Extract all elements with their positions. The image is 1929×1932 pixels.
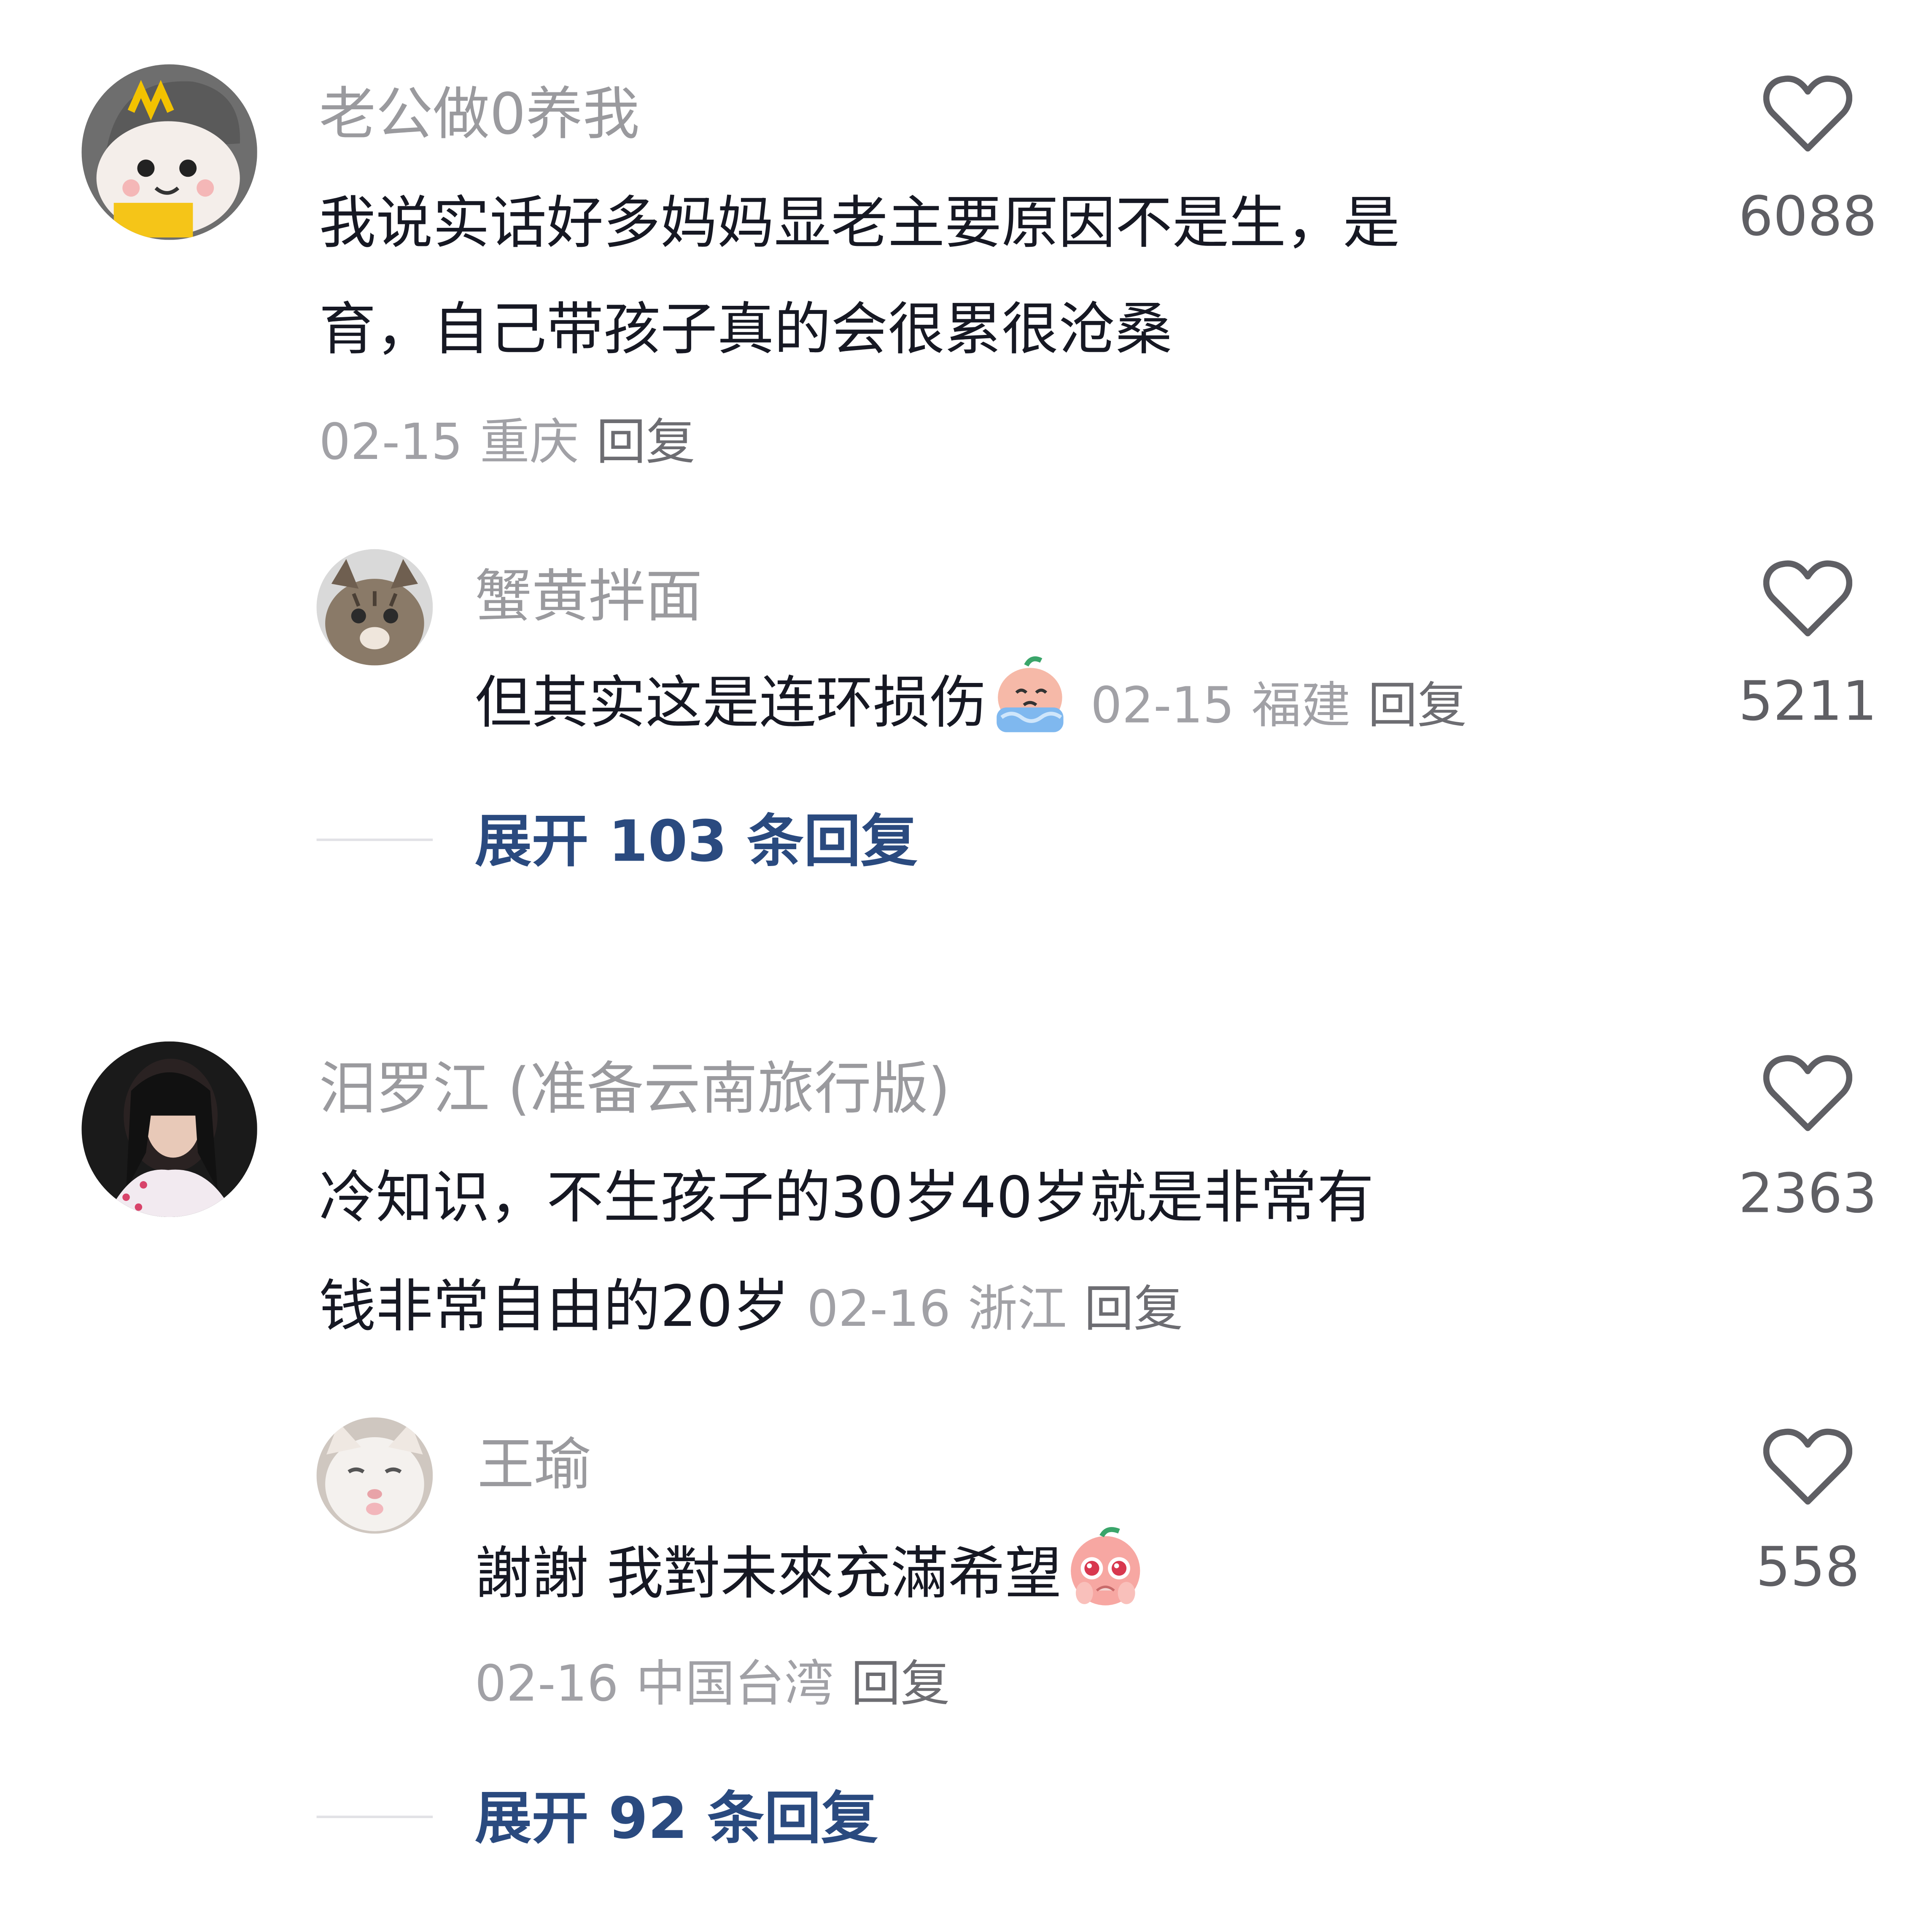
reply-meta: 02-15 福建 回复 — [1091, 678, 1467, 735]
comment-date: 02-15 — [319, 414, 463, 472]
reply-button[interactable]: 回复 — [596, 414, 695, 471]
reply-text: 謝謝 我對未來充滿希望 — [475, 1519, 1148, 1627]
comment-region: 重庆 — [480, 414, 579, 472]
expand-replies-button[interactable]: 展开 103 条回复 — [475, 804, 918, 878]
expand-divider — [316, 838, 433, 841]
reply-text: 但其实这是连环损伤 02-15 福建 回复 — [475, 648, 1467, 761]
avatar-cat-white-icon — [316, 1417, 433, 1534]
heart-outline-icon[interactable] — [1763, 74, 1853, 154]
like-count: 2363 — [1738, 1163, 1877, 1226]
reply-button[interactable]: 回复 — [1368, 678, 1467, 735]
comment-list: 老公做0养我 我说实话好多妈妈显老主要原因不是生，是 育，自己带孩子真的会很累很… — [0, 0, 1929, 1932]
comment-text-line: 我说实话好多妈妈显老主要原因不是生，是 — [319, 189, 1400, 256]
avatar-cartoon-cap-icon — [81, 64, 257, 240]
comment-text-line: 钱非常自由的20岁 — [319, 1273, 790, 1340]
reply-text-content: 但其实这是连环损伤 — [474, 669, 987, 736]
comment-username[interactable]: 老公做0养我 — [319, 77, 639, 151]
comment-text: 育，自己带孩子真的会很累很沧桑 — [319, 275, 1172, 383]
crying-emoji-icon — [997, 656, 1064, 732]
reply-date: 02-16 — [474, 1656, 619, 1713]
reply-username[interactable]: 蟹黄拌面 — [475, 559, 702, 633]
avatar-reply-1[interactable] — [316, 549, 433, 666]
comment-date: 02-16 — [807, 1281, 951, 1338]
comment-text-line: 育，自己带孩子真的会很累很沧桑 — [319, 295, 1172, 363]
reply-region: 中国台湾 — [636, 1656, 834, 1713]
reply-username[interactable]: 王瑜 — [477, 1427, 591, 1502]
expand-divider — [316, 1816, 433, 1819]
avatar-user-2[interactable] — [81, 1041, 257, 1217]
reply-date: 02-15 — [1091, 677, 1234, 735]
expand-replies-button[interactable]: 展开 92 条回复 — [475, 1781, 878, 1855]
comment-text: 我说实话好多妈妈显老主要原因不是生，是 — [319, 168, 1400, 277]
comment-meta: 02-16 浙江 回复 — [807, 1282, 1183, 1338]
comment-meta: 02-15 重庆 回复 — [319, 406, 695, 480]
comment-text: 冷知识，不生孩子的30岁40岁就是非常有 — [319, 1143, 1374, 1252]
like-count: 558 — [1756, 1536, 1860, 1600]
avatar-reply-2[interactable] — [316, 1417, 433, 1534]
comment-region: 浙江 — [968, 1281, 1067, 1338]
avatar-user-1[interactable] — [81, 64, 257, 240]
heart-outline-icon[interactable] — [1763, 559, 1853, 638]
reply-region: 福建 — [1251, 677, 1351, 735]
heart-outline-icon[interactable] — [1763, 1054, 1853, 1133]
comment-username[interactable]: 汨罗江 (准备云南旅行版) — [319, 1051, 950, 1125]
hopeful-emoji-icon — [1070, 1527, 1140, 1606]
reply-button[interactable]: 回复 — [851, 1656, 950, 1713]
like-count: 6088 — [1738, 185, 1877, 249]
reply-meta: 02-16 中国台湾 回复 — [475, 1647, 950, 1722]
heart-outline-icon[interactable] — [1763, 1427, 1853, 1507]
comment-text-line: 冷知识，不生孩子的30岁40岁就是非常有 — [319, 1164, 1374, 1231]
comment-text: 钱非常自由的20岁 02-16 浙江 回复 — [319, 1252, 1183, 1364]
reply-text-content: 謝謝 我對未來充滿希望 — [474, 1540, 1062, 1607]
avatar-cat-tabby-icon — [316, 549, 433, 666]
avatar-woman-portrait-icon — [81, 1041, 257, 1217]
like-count: 5211 — [1738, 670, 1877, 734]
reply-button[interactable]: 回复 — [1084, 1282, 1183, 1338]
